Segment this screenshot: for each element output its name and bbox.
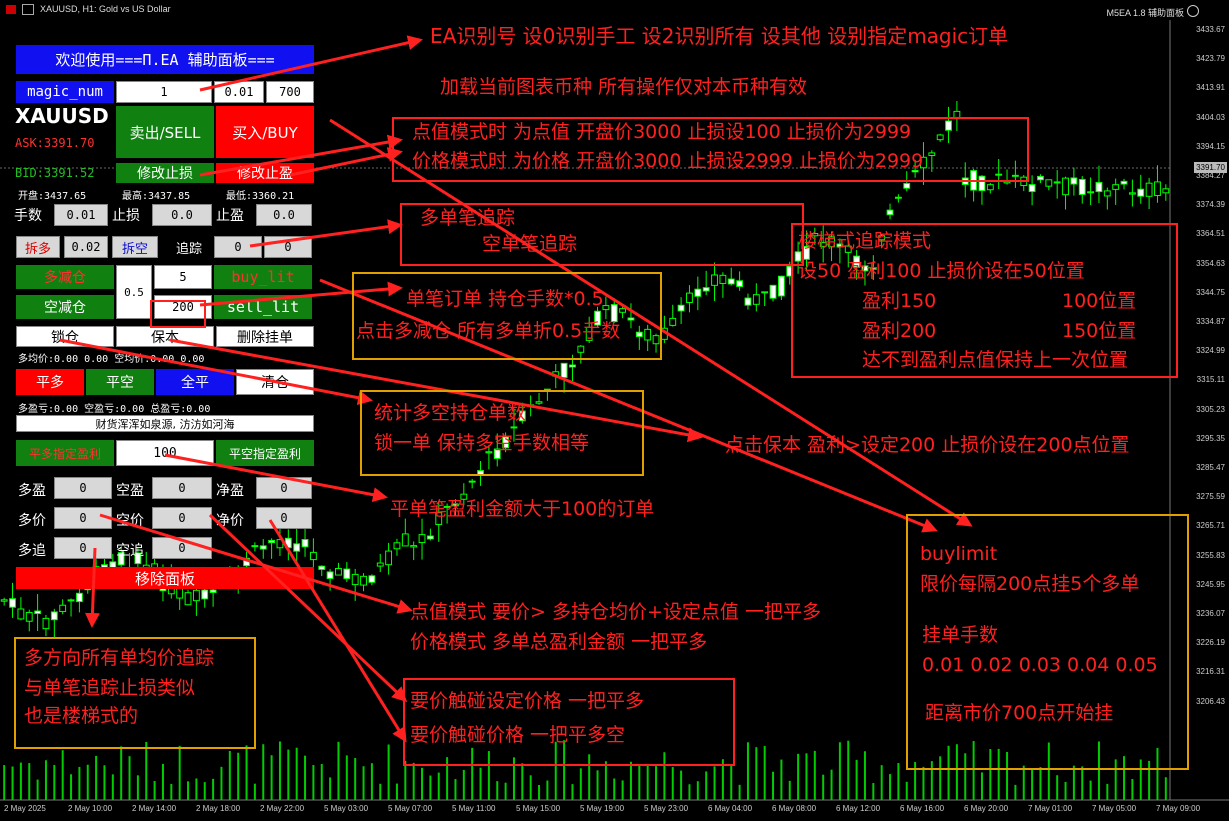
annotation-target: 平单笔盈利金额大于100的订单	[390, 498, 655, 520]
annotation-reduce-line2: 点击多减仓 所有多单折0.5手数	[356, 320, 621, 342]
annotation-buylimit-lots-title: 挂单手数	[922, 624, 999, 646]
annotation-stair-keep: 达不到盈利点值保持上一次位置	[862, 349, 1129, 371]
annotation-trail-long: 多单笔追踪	[420, 207, 516, 229]
annotation-buylimit-distance: 距离市价700点开始挂	[925, 702, 1114, 724]
annotation-touch-long: 要价触碰设定价格 一把平多	[410, 690, 645, 712]
annotation-stair-l150: 150位置	[1062, 320, 1137, 342]
arrow-touch2	[268, 519, 407, 743]
annotation-touch-all: 要价触碰价格 一把平多空	[410, 724, 626, 746]
annotation-stair-line1: 设50 盈利100 止损价设在50位置	[798, 260, 1085, 282]
annotation-trail-short: 空单笔追踪	[482, 233, 578, 255]
annotation-all-trail-2: 与单笔追踪止损类似	[24, 677, 196, 699]
annotation-buylimit-lots: 0.01 0.02 0.03 0.04 0.05	[922, 654, 1158, 676]
annotation-lock-line1: 统计多空持仓单数	[374, 402, 527, 424]
annotation-stair-p150: 盈利150	[862, 290, 937, 312]
annotation-step-highlight	[150, 300, 206, 328]
annotation-stair-l100: 100位置	[1062, 290, 1137, 312]
annotation-lock-line2: 锁一单 保持多空手数相等	[374, 432, 590, 454]
annotation-all-trail-1: 多方向所有单均价追踪	[24, 647, 215, 669]
annotation-reduce-line1: 单笔订单 持仓手数*0.5	[406, 288, 604, 310]
annotation-buylimit-rule: 限价每隔200点挂5个多单	[920, 573, 1140, 595]
annotation-magic: EA识别号 设0识别手工 设2识别所有 设其他 设别指定magic订单	[430, 24, 1009, 48]
arrow-target	[164, 453, 388, 503]
annotation-avg-price: 价格模式 多单总盈利金额 一把平多	[410, 631, 708, 653]
annotation-symbol: 加载当前图表币种 所有操作仅对本币种有效	[440, 76, 808, 98]
annotation-buylimit-title: buylimit	[920, 543, 998, 565]
arrow-trail-all	[84, 547, 100, 628]
annotation-stair-p200: 盈利200	[862, 320, 937, 342]
annotation-breakeven: 点击保本 盈利>设定200 止损价设在200点位置	[725, 434, 1130, 456]
annotation-avg-point: 点值模式 要价> 多持仓均价+设定点值 一把平多	[410, 601, 821, 623]
arrow-magic	[199, 35, 423, 92]
arrow-avgprice	[99, 513, 413, 614]
annotation-sl-price: 价格模式时 为价格 开盘价3000 止损设2999 止损价为2999	[412, 150, 924, 172]
annotation-reduce-box	[352, 272, 662, 360]
annotation-stair-title: 楼梯式追踪模式	[798, 230, 932, 252]
annotation-sl-point: 点值模式时 为点值 开盘价3000 止损设100 止损价为2999	[412, 121, 912, 143]
arrow-trail	[249, 219, 403, 248]
annotation-all-trail-3: 也是楼梯式的	[24, 705, 139, 727]
